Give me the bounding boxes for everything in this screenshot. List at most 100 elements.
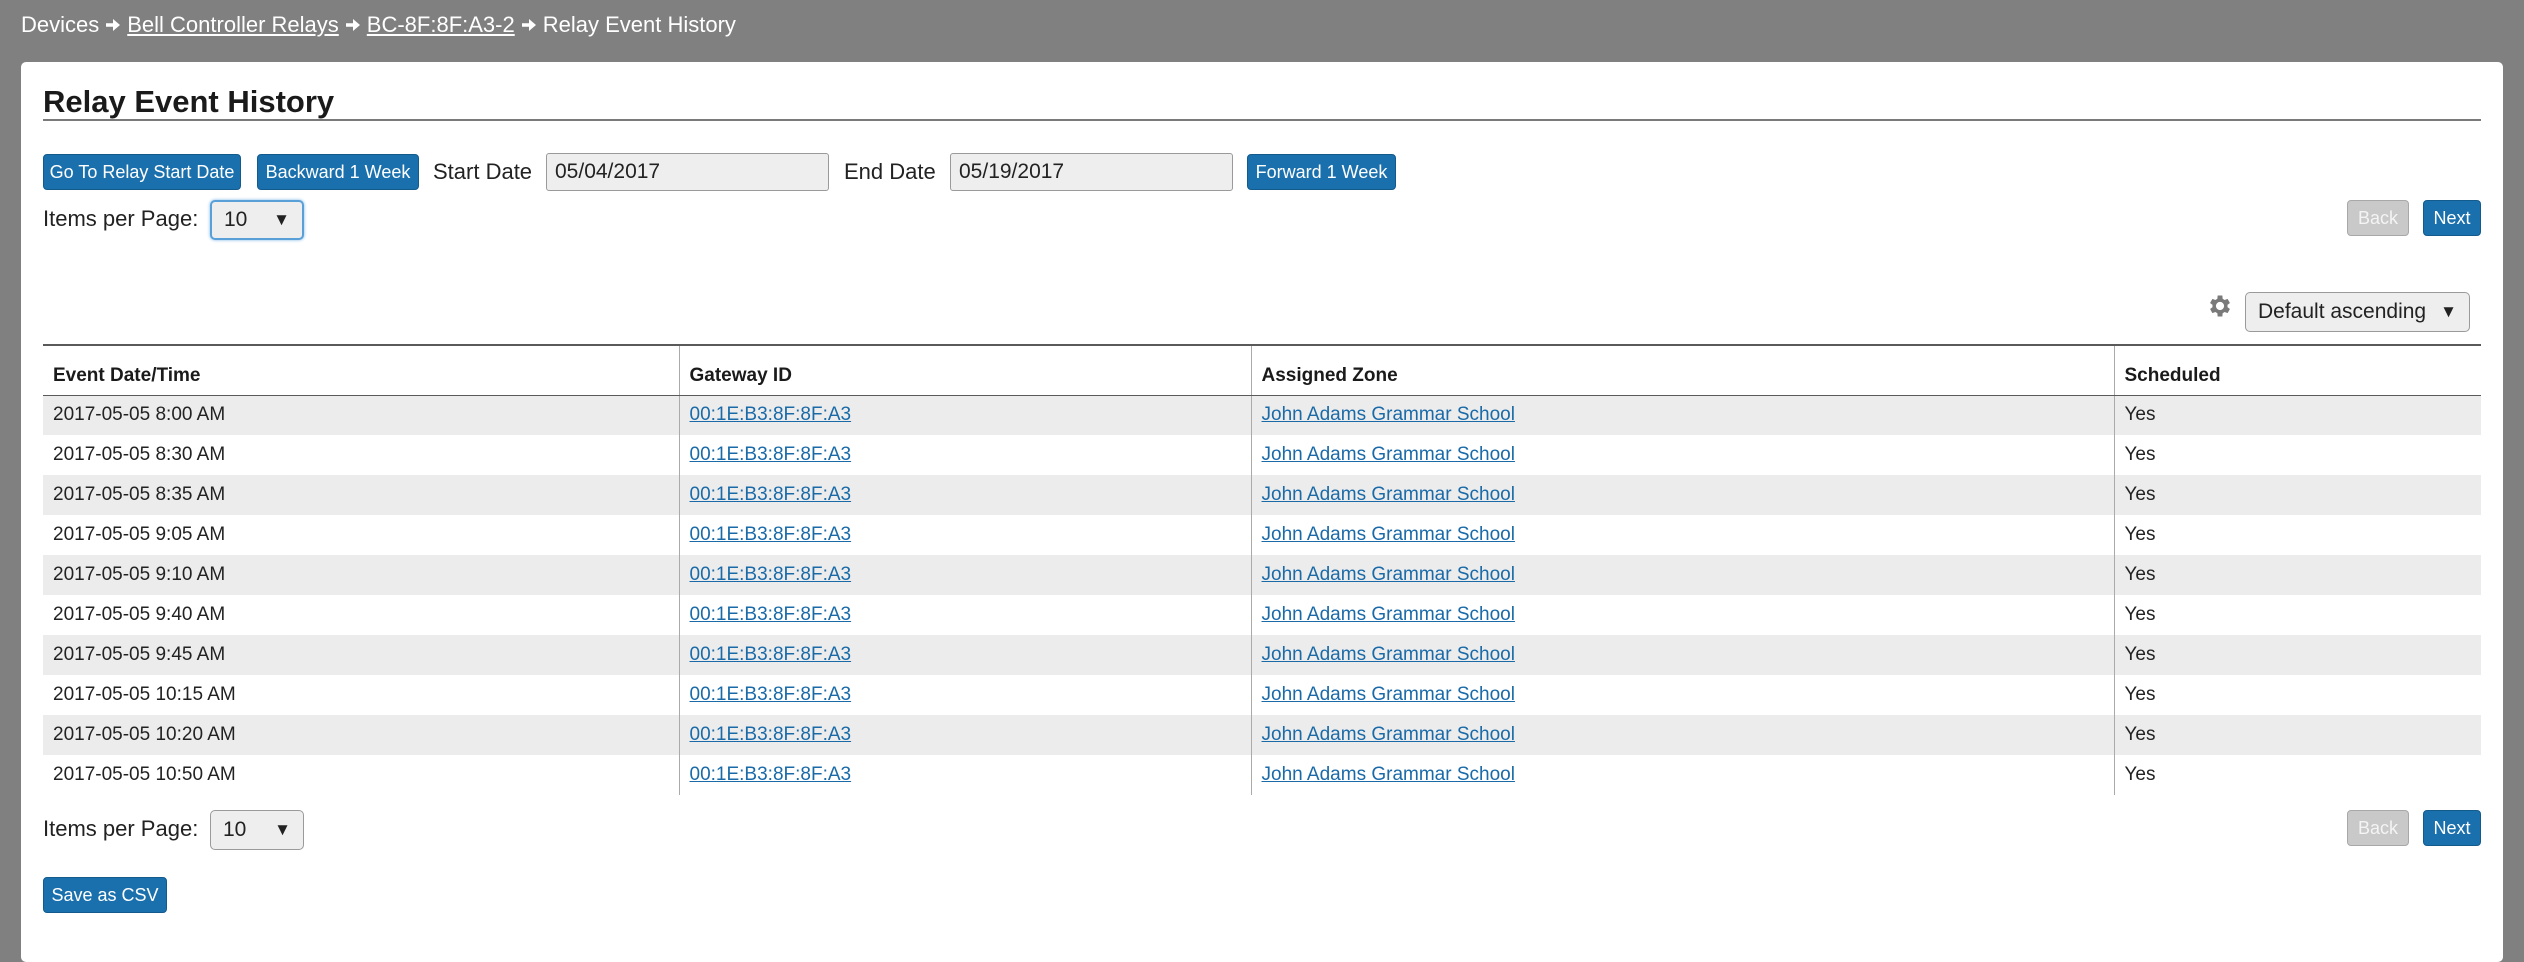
table-row: 2017-05-05 9:45 AM 00:1E:B3:8F:8F:A3 Joh…: [43, 635, 2481, 675]
assigned-zone-cell: John Adams Grammar School: [1250, 515, 2114, 555]
go-to-relay-start-date-button[interactable]: Go To Relay Start Date: [43, 154, 241, 190]
backward-1-week-button[interactable]: Backward 1 Week: [257, 154, 419, 190]
dropdown-arrow-icon: ▼: [273, 210, 290, 229]
event-datetime-cell: 2017-05-05 8:00 AM: [43, 395, 679, 435]
assigned-zone-cell: John Adams Grammar School: [1250, 475, 2114, 515]
gateway-id-link[interactable]: 00:1E:B3:8F:8F:A3: [690, 524, 852, 545]
items-per-page-label-bottom: Items per Page:: [43, 816, 199, 841]
assigned-zone-link[interactable]: John Adams Grammar School: [1262, 404, 1515, 425]
end-date-label: End Date: [844, 159, 936, 184]
dropdown-arrow-icon: ▼: [2440, 302, 2457, 321]
gateway-id-cell: 00:1E:B3:8F:8F:A3: [678, 595, 1251, 635]
gateway-id-link[interactable]: 00:1E:B3:8F:8F:A3: [690, 644, 852, 665]
back-button-top[interactable]: Back: [2347, 200, 2409, 236]
scheduled-cell: Yes: [2113, 435, 2481, 475]
gateway-id-link[interactable]: 00:1E:B3:8F:8F:A3: [690, 764, 852, 785]
items-per-page-value: 10: [224, 208, 248, 231]
assigned-zone-cell: John Adams Grammar School: [1250, 755, 2114, 795]
items-per-page-select-bottom[interactable]: 10 ▼: [210, 810, 304, 850]
start-date-label: Start Date: [433, 159, 533, 184]
column-header-gateway-id[interactable]: Gateway ID: [678, 344, 1251, 396]
assigned-zone-link[interactable]: John Adams Grammar School: [1262, 684, 1515, 705]
event-datetime-cell: 2017-05-05 8:35 AM: [43, 475, 679, 515]
gateway-id-link[interactable]: 00:1E:B3:8F:8F:A3: [690, 404, 852, 425]
column-header-scheduled[interactable]: Scheduled: [2113, 344, 2481, 396]
table-row: 2017-05-05 10:50 AM 00:1E:B3:8F:8F:A3 Jo…: [43, 755, 2481, 795]
gateway-id-link[interactable]: 00:1E:B3:8F:8F:A3: [690, 724, 852, 745]
breadcrumb-device-link[interactable]: BC-8F:8F:A3-2: [367, 12, 515, 38]
gateway-id-cell: 00:1E:B3:8F:8F:A3: [678, 715, 1251, 755]
breadcrumb-current: Relay Event History: [542, 12, 736, 37]
event-datetime-cell: 2017-05-05 9:40 AM: [43, 595, 679, 635]
next-button-top[interactable]: Next: [2423, 200, 2481, 236]
gateway-id-cell: 00:1E:B3:8F:8F:A3: [678, 755, 1251, 795]
event-datetime-cell: 2017-05-05 9:10 AM: [43, 555, 679, 595]
assigned-zone-link[interactable]: John Adams Grammar School: [1262, 444, 1515, 465]
page-title: Relay Event History: [43, 84, 335, 119]
table-row: 2017-05-05 9:10 AM 00:1E:B3:8F:8F:A3 Joh…: [43, 555, 2481, 595]
scheduled-cell: Yes: [2113, 395, 2481, 435]
gateway-id-cell: 00:1E:B3:8F:8F:A3: [678, 515, 1251, 555]
items-per-page-value-bottom: 10: [223, 818, 247, 841]
event-datetime-cell: 2017-05-05 9:05 AM: [43, 515, 679, 555]
table-row: 2017-05-05 8:35 AM 00:1E:B3:8F:8F:A3 Joh…: [43, 475, 2481, 515]
start-date-input[interactable]: [546, 153, 829, 191]
gateway-id-cell: 00:1E:B3:8F:8F:A3: [678, 555, 1251, 595]
event-datetime-cell: 2017-05-05 8:30 AM: [43, 435, 679, 475]
gateway-id-link[interactable]: 00:1E:B3:8F:8F:A3: [690, 564, 852, 585]
gateway-id-link[interactable]: 00:1E:B3:8F:8F:A3: [690, 604, 852, 625]
table-row: 2017-05-05 8:00 AM 00:1E:B3:8F:8F:A3 Joh…: [43, 395, 2481, 435]
event-datetime-cell: 2017-05-05 10:50 AM: [43, 755, 679, 795]
relay-events-table: Event Date/Time Gateway ID Assigned Zone…: [43, 344, 2481, 795]
assigned-zone-link[interactable]: John Adams Grammar School: [1262, 604, 1515, 625]
assigned-zone-link[interactable]: John Adams Grammar School: [1262, 644, 1515, 665]
table-row: 2017-05-05 10:20 AM 00:1E:B3:8F:8F:A3 Jo…: [43, 715, 2481, 755]
sort-order-select[interactable]: Default ascending ▼: [2245, 292, 2470, 332]
event-datetime-cell: 2017-05-05 10:20 AM: [43, 715, 679, 755]
column-header-event-datetime[interactable]: Event Date/Time: [43, 344, 679, 396]
items-per-page-select[interactable]: 10 ▼: [210, 200, 304, 240]
scheduled-cell: Yes: [2113, 595, 2481, 635]
assigned-zone-cell: John Adams Grammar School: [1250, 555, 2114, 595]
table-row: 2017-05-05 9:40 AM 00:1E:B3:8F:8F:A3 Joh…: [43, 595, 2481, 635]
assigned-zone-cell: John Adams Grammar School: [1250, 635, 2114, 675]
assigned-zone-link[interactable]: John Adams Grammar School: [1262, 724, 1515, 745]
scheduled-cell: Yes: [2113, 715, 2481, 755]
gear-icon[interactable]: [2206, 292, 2234, 320]
assigned-zone-link[interactable]: John Adams Grammar School: [1262, 564, 1515, 585]
sort-order-value: Default ascending: [2258, 300, 2427, 323]
back-button-bottom[interactable]: Back: [2347, 810, 2409, 846]
save-as-csv-button[interactable]: Save as CSV: [43, 877, 167, 913]
scheduled-cell: Yes: [2113, 755, 2481, 795]
gateway-id-cell: 00:1E:B3:8F:8F:A3: [678, 475, 1251, 515]
column-header-assigned-zone[interactable]: Assigned Zone: [1250, 344, 2114, 396]
arrow-right-icon: [105, 17, 121, 33]
gateway-id-cell: 00:1E:B3:8F:8F:A3: [678, 435, 1251, 475]
arrow-right-icon: [345, 17, 361, 33]
scheduled-cell: Yes: [2113, 475, 2481, 515]
dropdown-arrow-icon: ▼: [274, 820, 291, 839]
breadcrumb: Devices Bell Controller Relays BC-8F:8F:…: [21, 12, 736, 38]
scheduled-cell: Yes: [2113, 635, 2481, 675]
assigned-zone-link[interactable]: John Adams Grammar School: [1262, 764, 1515, 785]
table-row: 2017-05-05 8:30 AM 00:1E:B3:8F:8F:A3 Joh…: [43, 435, 2481, 475]
event-datetime-cell: 2017-05-05 9:45 AM: [43, 635, 679, 675]
forward-1-week-button[interactable]: Forward 1 Week: [1247, 154, 1396, 190]
table-row: 2017-05-05 9:05 AM 00:1E:B3:8F:8F:A3 Joh…: [43, 515, 2481, 555]
items-per-page-label: Items per Page:: [43, 206, 199, 231]
assigned-zone-cell: John Adams Grammar School: [1250, 675, 2114, 715]
main-panel: Relay Event History Go To Relay Start Da…: [21, 62, 2503, 962]
end-date-input[interactable]: [950, 153, 1233, 191]
breadcrumb-bell-controller-relays-link[interactable]: Bell Controller Relays: [127, 12, 339, 38]
breadcrumb-devices: Devices: [21, 12, 100, 37]
gateway-id-link[interactable]: 00:1E:B3:8F:8F:A3: [690, 484, 852, 505]
gateway-id-link[interactable]: 00:1E:B3:8F:8F:A3: [690, 684, 852, 705]
gateway-id-cell: 00:1E:B3:8F:8F:A3: [678, 395, 1251, 435]
table-row: 2017-05-05 10:15 AM 00:1E:B3:8F:8F:A3 Jo…: [43, 675, 2481, 715]
next-button-bottom[interactable]: Next: [2423, 810, 2481, 846]
gateway-id-link[interactable]: 00:1E:B3:8F:8F:A3: [690, 444, 852, 465]
assigned-zone-cell: John Adams Grammar School: [1250, 435, 2114, 475]
assigned-zone-link[interactable]: John Adams Grammar School: [1262, 484, 1515, 505]
gateway-id-cell: 00:1E:B3:8F:8F:A3: [678, 675, 1251, 715]
assigned-zone-link[interactable]: John Adams Grammar School: [1262, 524, 1515, 545]
